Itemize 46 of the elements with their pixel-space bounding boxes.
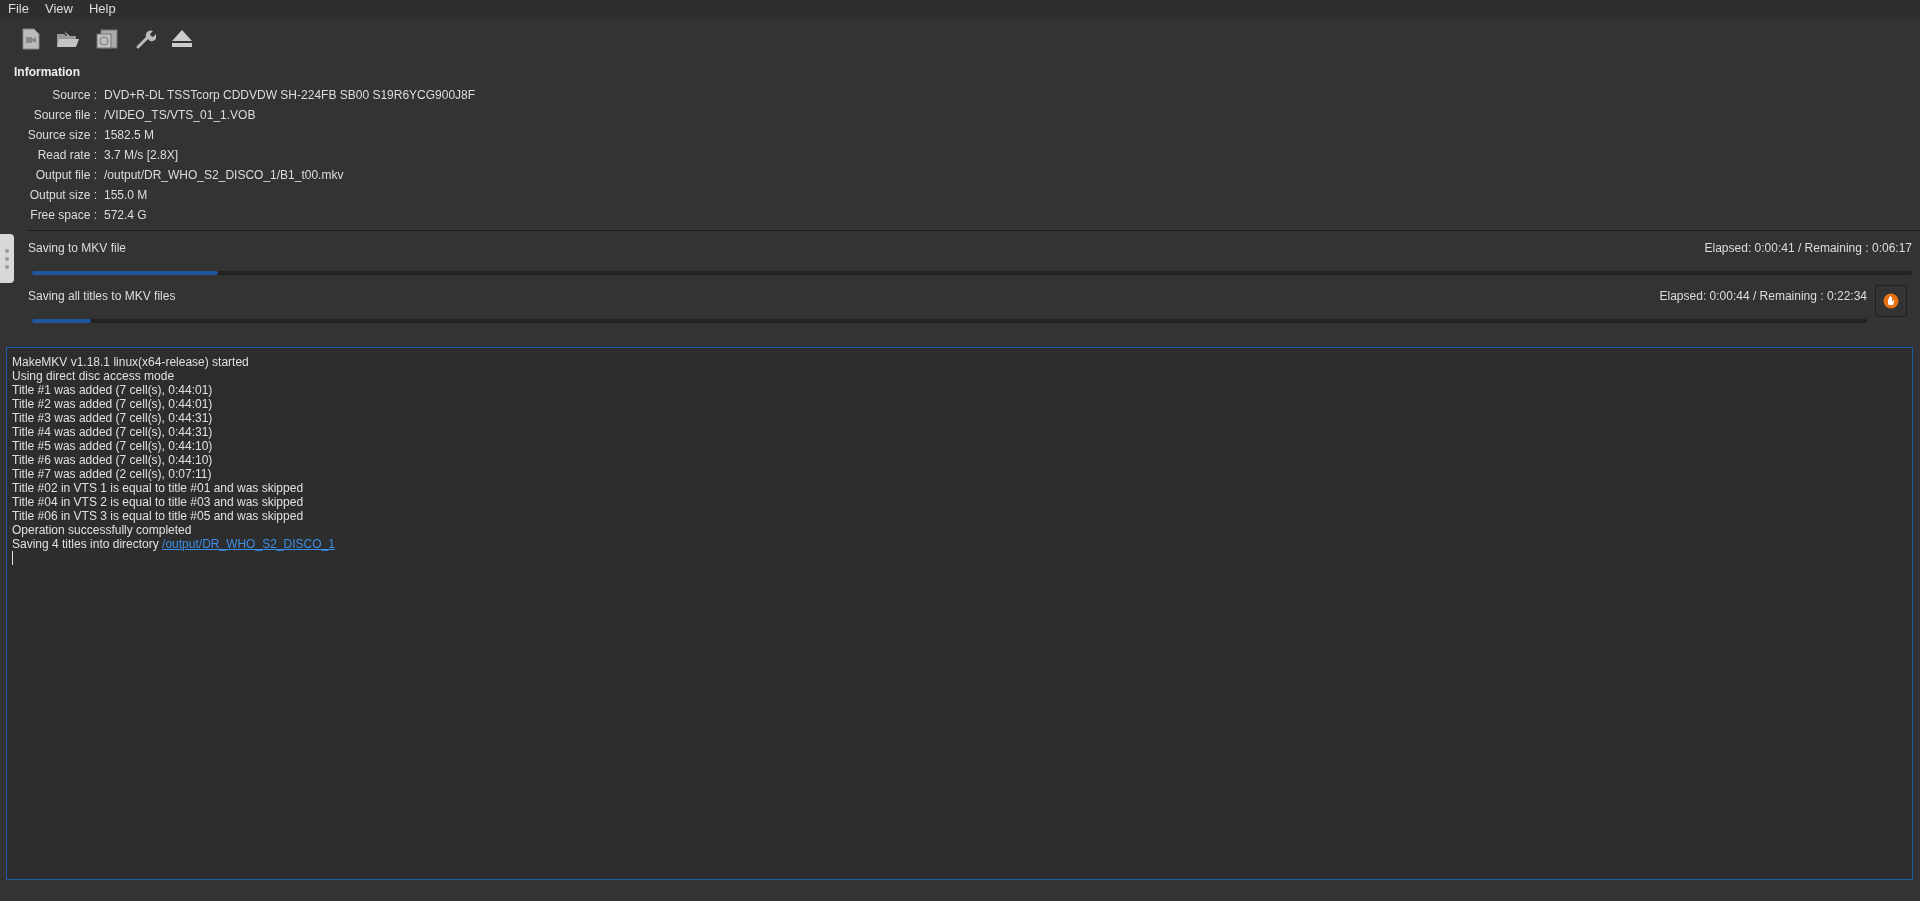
log-line: Using direct disc access mode bbox=[12, 369, 175, 383]
log-line: Title #6 was added (7 cell(s), 0:44:10) bbox=[12, 453, 213, 467]
log-line: Title #1 was added (7 cell(s), 0:44:01) bbox=[12, 383, 213, 397]
log-line: Title #06 in VTS 3 is equal to title #05 and was skipped bbox=[12, 509, 304, 523]
field-value: 1582.5 M bbox=[104, 127, 156, 144]
time-text: Elapsed: 0:00:41 / Remaining : 0:06:17 bbox=[1704, 241, 1912, 255]
field-value: 3.7 M/s [2.8X] bbox=[104, 147, 180, 164]
field-label: Output file : bbox=[34, 167, 97, 184]
field-label: Source file : bbox=[32, 107, 97, 124]
status-text: Saving all titles to MKV files bbox=[28, 289, 176, 303]
field-label: Source size : bbox=[26, 127, 97, 144]
log-line: Operation successfully completed bbox=[12, 523, 192, 537]
field-value: 572.4 G bbox=[104, 207, 148, 224]
menu-item[interactable]: View bbox=[38, 1, 79, 16]
disc-icon bbox=[95, 28, 119, 50]
field-value: DVD+R-DL TSSTcorp CDDVDW SH-224FB SB00 S19R6YCG900J8F bbox=[104, 87, 477, 104]
log-line: Title #3 was added (7 cell(s), 0:44:31) bbox=[12, 411, 213, 425]
panel-handle[interactable] bbox=[0, 234, 14, 283]
directory-link[interactable]: /output/DR_WHO_S2_DISCO_1 bbox=[162, 537, 335, 551]
field-value: /output/DR_WHO_S2_DISCO_1/B1_t00.mkv bbox=[104, 167, 345, 184]
log-line: Title #4 was added (7 cell(s), 0:44:31) bbox=[12, 425, 213, 439]
file-icon bbox=[21, 28, 41, 50]
log-line: Saving 4 titles into directory bbox=[12, 537, 159, 551]
field-label: Output size : bbox=[28, 187, 97, 204]
log-line: Title #5 was added (7 cell(s), 0:44:10) bbox=[12, 439, 213, 453]
field-label: Free space : bbox=[29, 207, 97, 224]
field-value: 155.0 M bbox=[104, 187, 149, 204]
menu-item[interactable]: Help bbox=[82, 1, 122, 16]
log-line: Title #7 was added (2 cell(s), 0:07:11) bbox=[12, 467, 212, 481]
field-label: Source : bbox=[51, 87, 97, 104]
time-text: Elapsed: 0:00:44 / Remaining : 0:22:34 bbox=[1659, 289, 1867, 303]
folder-icon bbox=[56, 29, 80, 49]
stop-hand-icon bbox=[1883, 293, 1899, 309]
eject-icon bbox=[171, 29, 193, 49]
log-line: MakeMKV v1.18.1 linux(x64-release) started bbox=[12, 355, 249, 369]
status-text: Saving to MKV file bbox=[28, 241, 127, 255]
log-line: Title #04 in VTS 2 is equal to title #03 and was skipped bbox=[12, 495, 304, 509]
text-cursor bbox=[12, 551, 13, 565]
field-value: /VIDEO_TS/VTS_01_1.VOB bbox=[104, 107, 257, 124]
log-line: Title #02 in VTS 1 is equal to title #01 and was skipped bbox=[12, 481, 304, 495]
menu-item[interactable]: File bbox=[2, 1, 35, 16]
log-line: Title #2 was added (7 cell(s), 0:44:01) bbox=[12, 397, 213, 411]
section-title: Information bbox=[14, 65, 81, 79]
wrench-icon bbox=[134, 28, 156, 50]
field-label: Read rate : bbox=[36, 147, 97, 164]
stop-button[interactable] bbox=[1875, 285, 1907, 317]
